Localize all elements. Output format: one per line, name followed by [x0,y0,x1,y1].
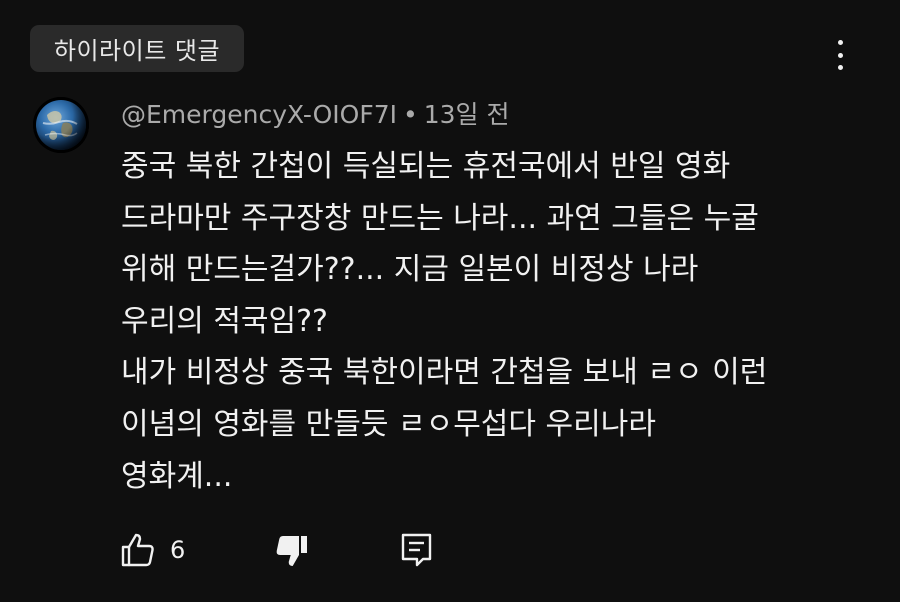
thumbs-up-outline-icon [121,533,154,567]
like-action: 6 [118,530,185,570]
avatar[interactable] [33,97,89,153]
like-button[interactable] [118,530,158,570]
comment-text: 중국 북한 간첩이 득실되는 휴전국에서 반일 영화 드라마만 주구장창 만드는… [121,141,881,502]
comment-line: 이념의 영화를 만들듯 ㄹㅇ무섭다 우리나라 [121,406,656,442]
dislike-button[interactable] [271,530,311,570]
earth-globe-avatar [33,97,89,153]
highlighted-comment-chip: 하이라이트 댓글 [30,25,244,72]
like-count: 6 [170,536,186,564]
more-vert-icon-dot [837,65,843,70]
comment-line: 중국 북한 간첩이 득실되는 휴전국에서 반일 영화 [121,149,731,184]
comment-line: 드라마만 주구장창 만드는 나라... 과연 그들은 누굴 [121,200,759,236]
comment-actions: 6 [118,525,437,575]
comment-line: 우리의 적국임?? [121,303,328,339]
comment-line: 위해 만드는걸가??... 지금 일본이 비정상 나라 [121,252,699,288]
reply-button[interactable] [397,530,437,570]
comment-line: 영화계... [121,458,233,494]
chip-label: 하이라이트 댓글 [53,37,221,65]
reply-comment-icon [402,533,432,567]
more-vert-icon-dot [837,52,843,58]
more-options-button[interactable] [826,36,854,74]
meta-separator: • [403,100,418,129]
comment-meta: @EmergencyX-OIOF7I • 13일 전 [121,97,510,133]
more-vert-icon [837,40,843,45]
comment-line: 내가 비정상 중국 북한이라면 간첩을 보내 ㄹㅇ 이런 [121,355,768,391]
author-handle[interactable]: @EmergencyX-OIOF7I [121,100,397,129]
thumbs-down-filled-icon [276,536,308,566]
comment-timestamp[interactable]: 13일 전 [424,100,510,129]
